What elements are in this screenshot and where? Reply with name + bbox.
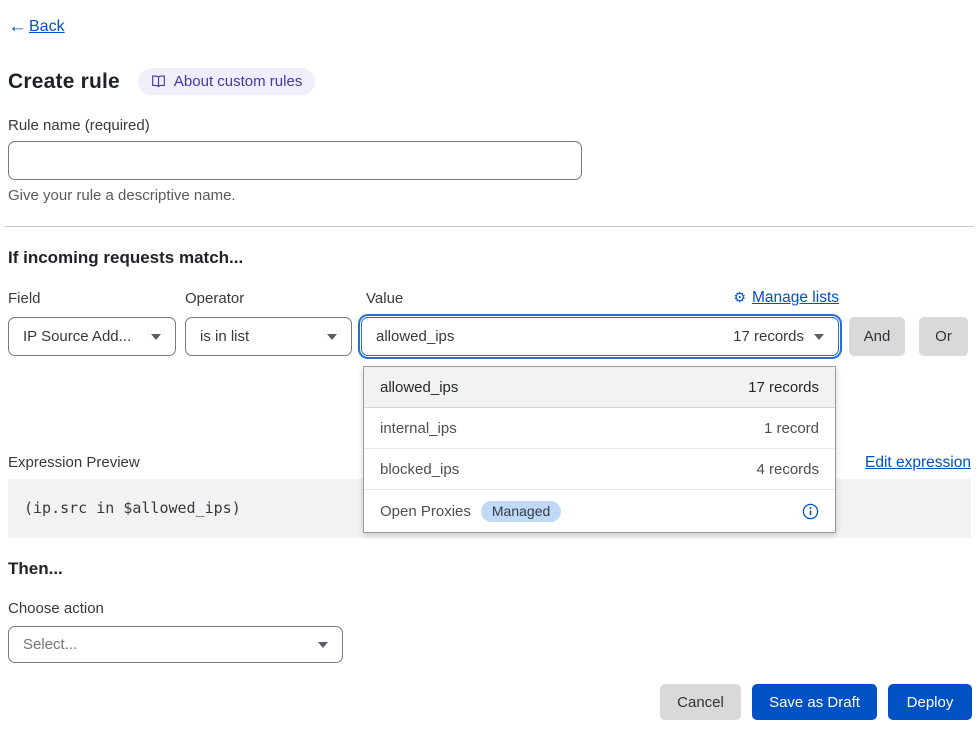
section-divider — [4, 226, 974, 227]
page-title: Create rule — [8, 70, 120, 94]
field-select-value: IP Source Add... — [23, 328, 131, 345]
action-select-placeholder: Select... — [23, 636, 77, 653]
value-select-records: 17 records — [733, 328, 804, 345]
operator-select[interactable]: is in list — [185, 317, 352, 356]
chevron-down-icon — [318, 642, 328, 648]
gear-icon: ⚙ — [733, 290, 746, 306]
edit-expression-link[interactable]: Edit expression — [865, 454, 971, 472]
chevron-down-icon — [151, 334, 161, 340]
title-row: Create rule About custom rules — [8, 68, 315, 95]
dropdown-option-open-proxies[interactable]: Open Proxies Managed — [364, 490, 835, 532]
match-section-heading: If incoming requests match... — [8, 248, 243, 268]
and-button[interactable]: And — [849, 317, 905, 356]
info-icon[interactable] — [802, 503, 819, 520]
rule-name-helper: Give your rule a descriptive name. — [8, 187, 236, 204]
back-link-label: Back — [29, 18, 65, 36]
dropdown-option-blocked-ips[interactable]: blocked_ips 4 records — [364, 449, 835, 490]
operator-select-value: is in list — [200, 328, 249, 345]
then-section-heading: Then... — [8, 559, 63, 579]
field-select[interactable]: IP Source Add... — [8, 317, 176, 356]
option-name: blocked_ips — [380, 461, 459, 478]
deploy-button[interactable]: Deploy — [888, 684, 972, 720]
option-records: 17 records — [748, 379, 819, 396]
managed-badge: Managed — [481, 501, 561, 522]
chevron-down-icon — [814, 334, 824, 340]
option-name: allowed_ips — [380, 379, 458, 396]
option-records: 4 records — [756, 461, 819, 478]
option-name: internal_ips — [380, 420, 457, 437]
operator-label: Operator — [185, 290, 244, 307]
back-arrow-icon: ← — [8, 17, 27, 36]
book-icon — [151, 74, 166, 89]
manage-lists-label: Manage lists — [752, 289, 839, 307]
action-select[interactable]: Select... — [8, 626, 343, 663]
dropdown-option-internal-ips[interactable]: internal_ips 1 record — [364, 408, 835, 449]
cancel-button[interactable]: Cancel — [660, 684, 741, 720]
expression-preview-label: Expression Preview — [8, 454, 140, 471]
expression-code: (ip.src in $allowed_ips) — [24, 499, 241, 517]
back-link[interactable]: ← Back — [8, 17, 65, 36]
option-name: Open Proxies — [380, 503, 471, 520]
value-select[interactable]: allowed_ips 17 records — [361, 317, 839, 356]
field-label: Field — [8, 290, 41, 307]
about-badge-label: About custom rules — [174, 73, 302, 90]
value-dropdown-panel: allowed_ips 17 records internal_ips 1 re… — [363, 366, 836, 533]
value-label: Value — [366, 290, 403, 307]
chevron-down-icon — [327, 334, 337, 340]
or-button[interactable]: Or — [919, 317, 968, 356]
manage-lists-link[interactable]: ⚙ Manage lists — [733, 289, 839, 307]
create-rule-page: ← Back Create rule About custom rules Ru… — [0, 0, 979, 739]
choose-action-label: Choose action — [8, 600, 104, 617]
rule-name-input[interactable] — [8, 141, 582, 180]
dropdown-option-allowed-ips[interactable]: allowed_ips 17 records — [364, 367, 835, 408]
value-select-value: allowed_ips — [376, 328, 454, 345]
save-as-draft-button[interactable]: Save as Draft — [752, 684, 877, 720]
rule-name-label: Rule name (required) — [8, 117, 150, 134]
option-records: 1 record — [764, 420, 819, 437]
about-custom-rules-badge[interactable]: About custom rules — [138, 68, 315, 95]
